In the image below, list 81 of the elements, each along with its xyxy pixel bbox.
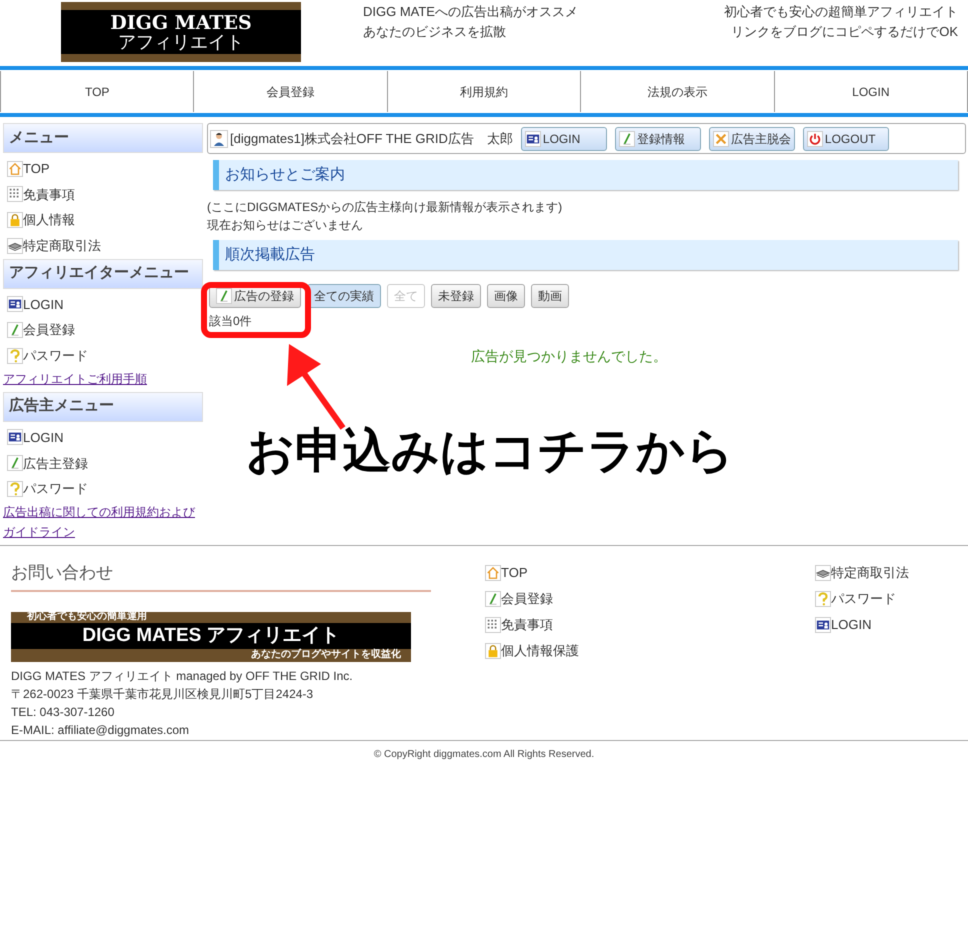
nav-link[interactable]: LOGIN bbox=[774, 71, 968, 112]
logo[interactable]: DIGG MATES アフィリエイト bbox=[61, 2, 301, 62]
section-heading: 順次掲載広告 bbox=[213, 240, 958, 270]
footer-link[interactable]: パスワード bbox=[831, 589, 896, 609]
pencil-icon bbox=[618, 130, 635, 146]
account-button[interactable]: LOGIN bbox=[520, 126, 607, 150]
address-text: 〒262-0023 千葉県千葉市花見川区検見川町5丁目2424-3 bbox=[11, 686, 314, 702]
callout-text: お申込みはコチラから bbox=[246, 428, 734, 476]
banner-text: DIGG MATES アフィリエイト bbox=[82, 626, 340, 645]
notice-text: (ここにDIGGMATESからの広告主様向け最新情報が表示されます) bbox=[207, 199, 564, 216]
footer-link[interactable]: 免責事項 bbox=[501, 615, 553, 635]
nav-link[interactable]: 法規の表示 bbox=[580, 71, 774, 112]
account-button[interactable]: LOGOUT bbox=[802, 126, 889, 150]
house-icon bbox=[485, 565, 501, 581]
nav-link[interactable]: TOP bbox=[0, 71, 194, 112]
tagline: あなたのビジネスを拡散 bbox=[363, 23, 507, 41]
tagline: リンクをブログにコピペするだけでOK bbox=[731, 23, 958, 41]
menu-link[interactable]: LOGIN bbox=[23, 428, 64, 448]
address-text: TEL: 043-307-1260 bbox=[11, 704, 116, 720]
menu-link[interactable]: TOP bbox=[23, 158, 50, 178]
power-icon bbox=[806, 130, 823, 146]
pencil-icon bbox=[7, 455, 23, 472]
pencil-icon bbox=[7, 322, 23, 338]
menu-heading: アフィリエイターメニュー bbox=[3, 258, 203, 289]
footer-link[interactable]: 会員登録 bbox=[501, 589, 553, 609]
question-mark-icon bbox=[7, 348, 23, 364]
id-card-icon bbox=[815, 617, 831, 633]
logo-text: DIGG MATES bbox=[110, 14, 252, 32]
cross-icon bbox=[712, 130, 729, 146]
menu-link[interactable]: 会員登録 bbox=[23, 320, 75, 340]
address-text: DIGG MATES アフィリエイト managed by OFF THE GRID Inc. bbox=[11, 668, 354, 684]
menu-heading: 広告主メニュー bbox=[3, 392, 203, 422]
footer-link[interactable]: 個人情報保護 bbox=[501, 641, 579, 661]
notice-text: 現在お知らせはございません bbox=[207, 217, 364, 234]
filter-button[interactable]: 動画 bbox=[531, 284, 569, 308]
filter-button[interactable]: 画像 bbox=[487, 284, 525, 308]
footer-link[interactable]: 特定商取引法 bbox=[831, 563, 909, 583]
person-icon bbox=[210, 130, 228, 148]
guide-link[interactable]: 広告出稿に関しての利用規約およびガイドライン bbox=[3, 502, 203, 542]
tagline: DIGG MATEへの広告出稿がオススメ bbox=[363, 3, 578, 21]
account-button[interactable]: 広告主脱会 bbox=[708, 126, 795, 150]
menu-link[interactable]: 免責事項 bbox=[23, 184, 75, 204]
question-mark-icon bbox=[815, 591, 831, 607]
filter-button[interactable]: 未登録 bbox=[431, 284, 481, 308]
guide-link[interactable]: アフィリエイトご利用手順 bbox=[3, 368, 203, 389]
menu-link[interactable]: LOGIN bbox=[23, 294, 64, 314]
footer-link[interactable]: LOGIN bbox=[831, 615, 872, 635]
menu-link[interactable]: パスワード bbox=[23, 346, 88, 366]
id-card-icon bbox=[7, 296, 23, 312]
address-text: E-MAIL: affiliate@diggmates.com bbox=[11, 722, 190, 738]
result-count: 該当0件 bbox=[209, 313, 252, 330]
account-button[interactable]: 登録情報 bbox=[614, 126, 701, 150]
padlock-icon bbox=[7, 212, 23, 228]
menu-link[interactable]: 特定商取引法 bbox=[23, 236, 101, 256]
tagline: 初心者でも安心の超簡単アフィリエイト bbox=[724, 3, 958, 21]
footer-link[interactable]: TOP bbox=[501, 563, 528, 583]
dotted-grid-icon bbox=[485, 617, 501, 633]
id-card-icon bbox=[524, 130, 541, 146]
menu-heading: メニュー bbox=[3, 123, 203, 153]
house-icon bbox=[7, 160, 23, 177]
layers-icon bbox=[815, 565, 831, 581]
contact-heading: お問い合わせ bbox=[11, 560, 431, 592]
empty-message: 広告が見つかりませんでした。 bbox=[471, 347, 667, 366]
question-mark-icon bbox=[7, 481, 23, 498]
filter-button[interactable]: 全ての実績 bbox=[307, 284, 381, 308]
menu-link[interactable]: 広告主登録 bbox=[23, 454, 88, 473]
menu-link[interactable]: 個人情報 bbox=[23, 210, 75, 230]
logo-text: アフィリエイト bbox=[118, 32, 244, 50]
pencil-icon bbox=[485, 591, 501, 607]
pencil-icon bbox=[216, 288, 232, 304]
user-name: [diggmates1]株式会社OFF THE GRID広告 太郎 bbox=[230, 130, 513, 148]
padlock-icon bbox=[485, 643, 501, 659]
section-heading: お知らせとご案内 bbox=[213, 160, 958, 190]
menu-link[interactable]: パスワード bbox=[23, 479, 88, 499]
copyright: © CopyRight diggmates.com All Rights Reserved. bbox=[374, 748, 594, 762]
nav-link[interactable]: 会員登録 bbox=[193, 71, 387, 112]
dotted-grid-icon bbox=[7, 186, 23, 202]
id-card-icon bbox=[7, 429, 23, 446]
layers-icon bbox=[7, 238, 23, 254]
nav-link[interactable]: 利用規約 bbox=[386, 71, 580, 112]
banner-text: あなたのブログやサイトを収益化 bbox=[251, 650, 402, 660]
